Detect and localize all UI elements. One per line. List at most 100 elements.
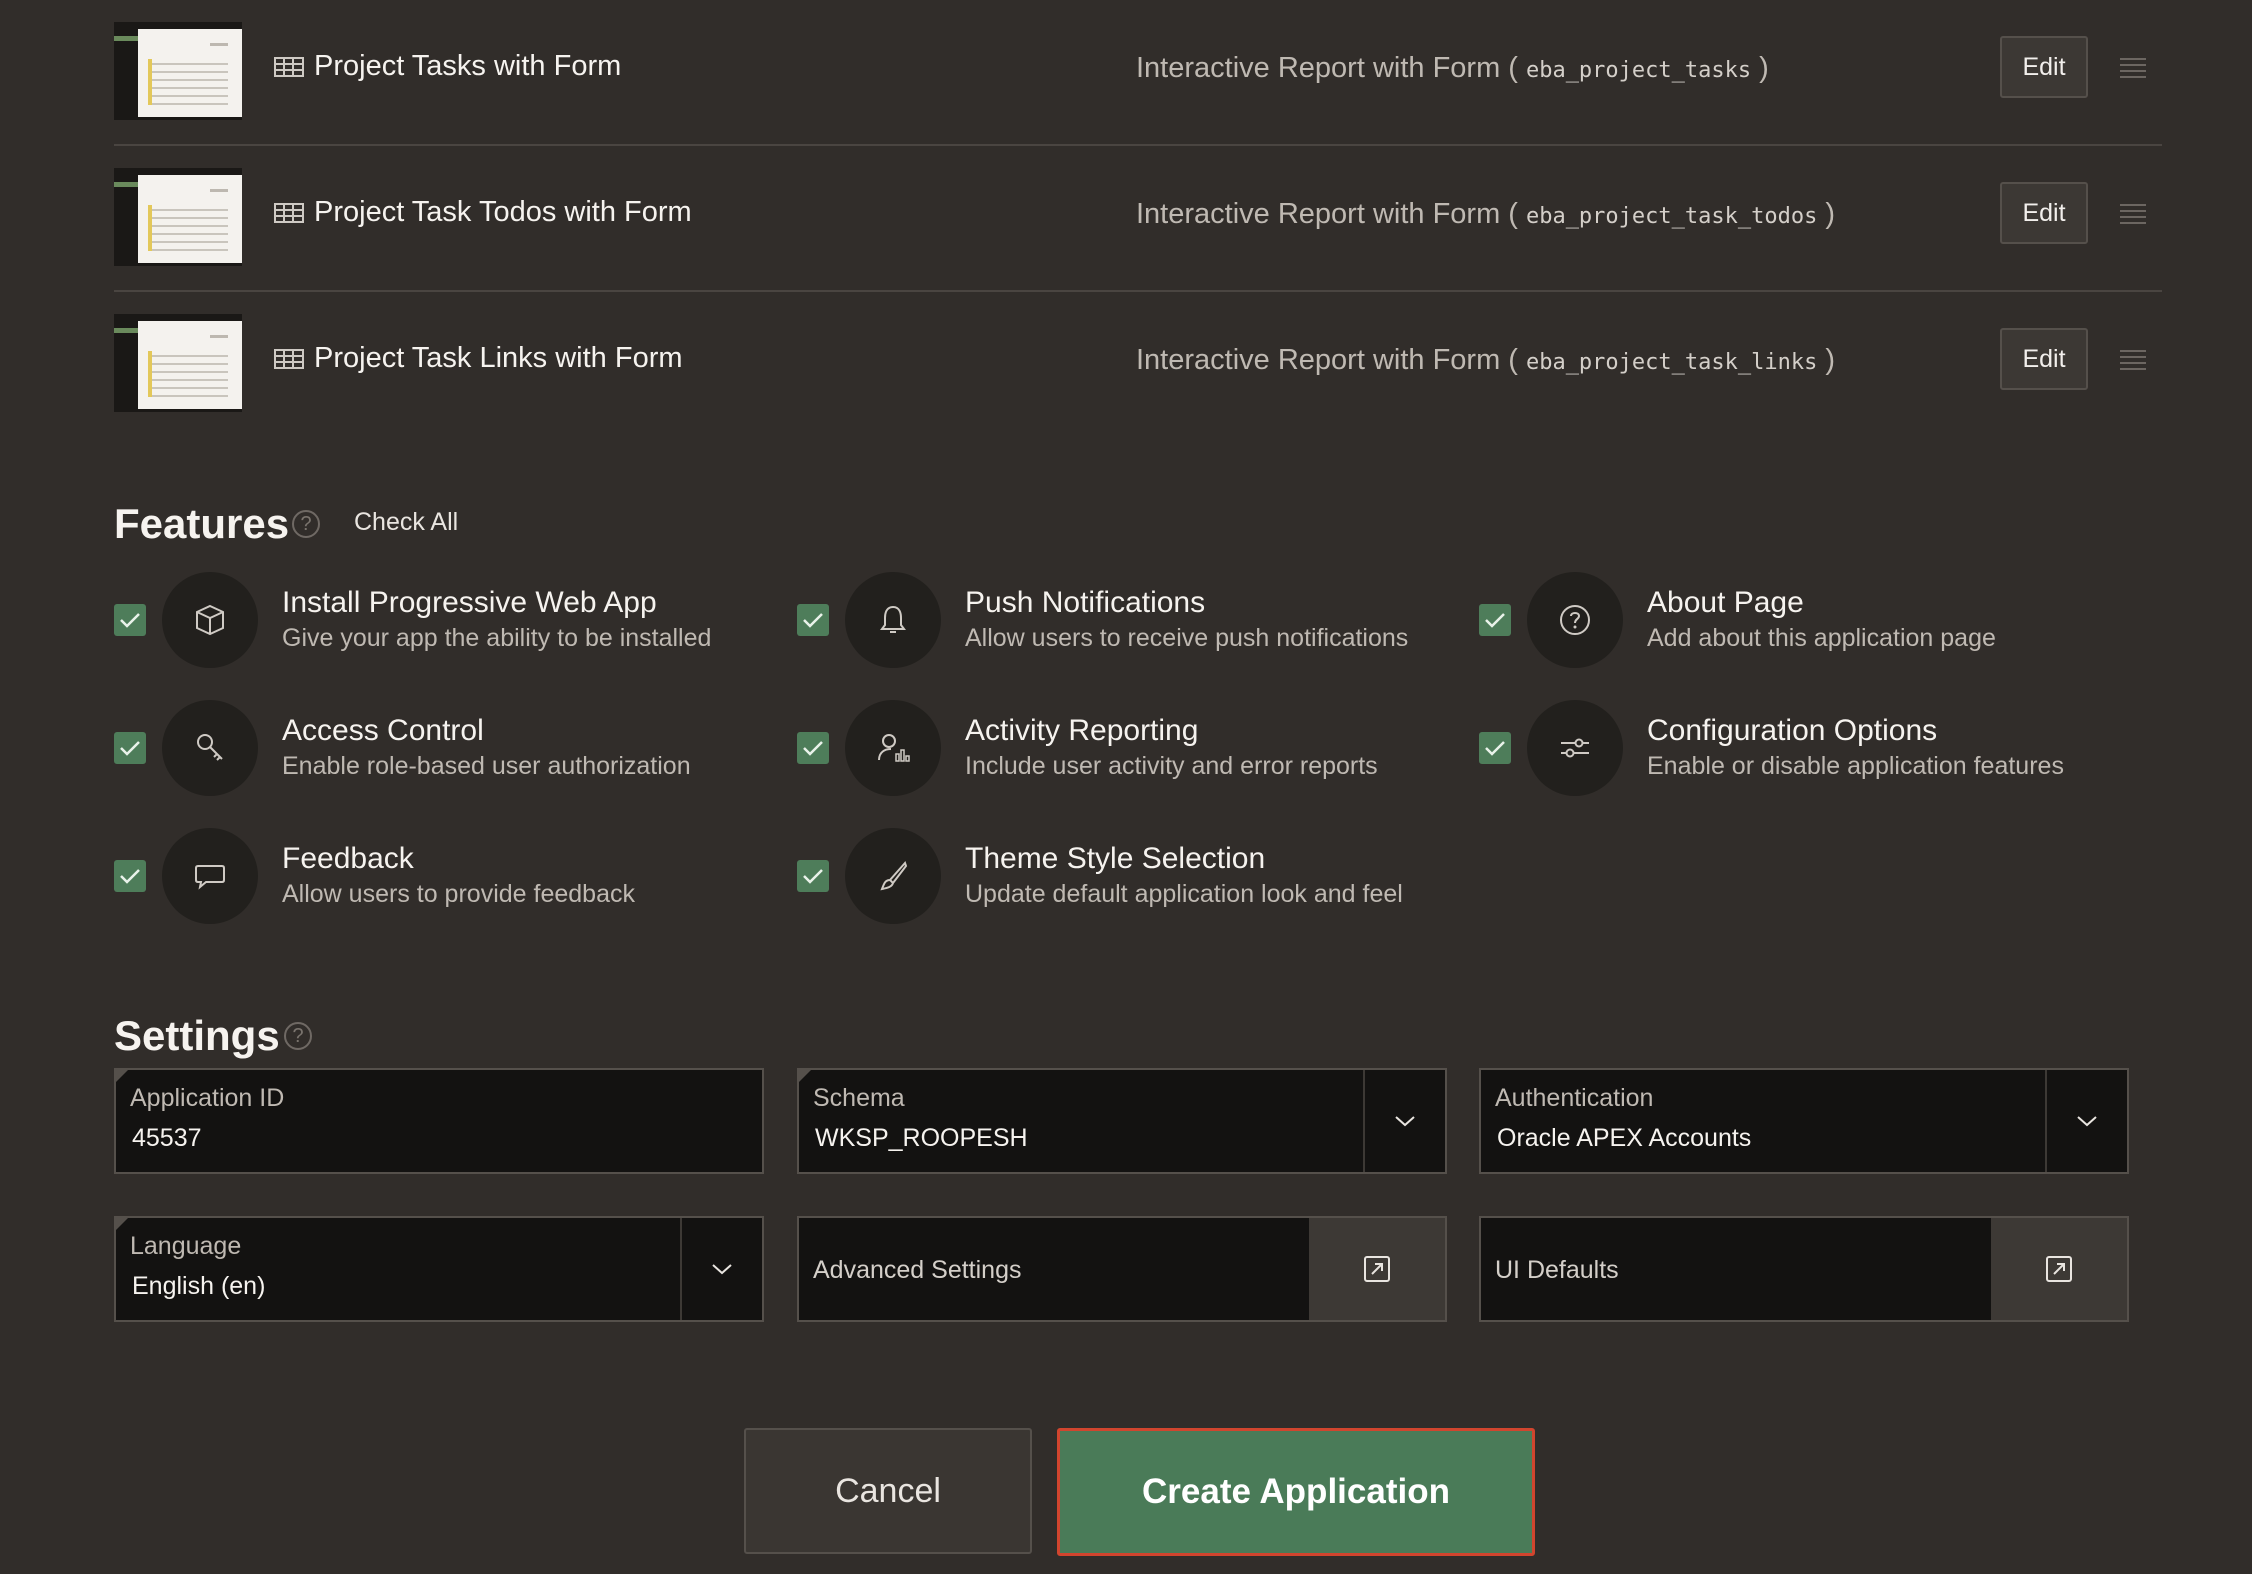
feature-title: Activity Reporting [965,714,1199,747]
application-id-field[interactable]: Application ID 45537 [114,1068,764,1174]
page-thumbnail [114,22,242,120]
page-type-close: ) [1825,198,1836,230]
schema-select[interactable]: Schema WKSP_ROOPESH [797,1068,1447,1174]
help-icon[interactable]: ? [284,1022,312,1050]
field-label: Advanced Settings [813,1256,1022,1284]
page-name-label: Project Task Todos with Form [314,196,692,228]
feature-title: About Page [1647,586,1804,619]
table-grid-icon [274,348,304,369]
page-thumbnail [114,168,242,266]
checkbox-checked-icon[interactable] [114,604,146,636]
authentication-value[interactable]: Oracle APEX Accounts [1497,1124,1751,1153]
chevron-down-icon[interactable] [1363,1070,1445,1172]
checkbox-checked-icon[interactable] [1479,604,1511,636]
page-type-label: Interactive Report with Form ( [1136,198,1518,230]
language-select[interactable]: Language English (en) [114,1216,764,1322]
drag-handle-icon[interactable] [2120,204,2146,224]
feature-description: Include user activity and error reports [965,752,1378,780]
open-dialog-icon[interactable] [1309,1218,1445,1320]
edit-page-button[interactable]: Edit [2000,182,2088,244]
checkbox-checked-icon[interactable] [114,860,146,892]
feature-description: Add about this application page [1647,624,1996,652]
create-application-button[interactable]: Create Application [1057,1428,1535,1556]
brush-icon [845,828,941,924]
settings-title: Settings [114,1012,280,1059]
page-thumbnail [114,314,242,412]
checkbox-checked-icon[interactable] [797,604,829,636]
page-name-label: Project Tasks with Form [314,50,622,82]
feature-access-control[interactable]: Access Control Enable role-based user au… [114,700,754,796]
feature-description: Enable or disable application features [1647,752,2064,780]
table-grid-icon [274,56,304,77]
bell-icon [845,572,941,668]
cancel-button[interactable]: Cancel [744,1428,1032,1554]
page-table-name: eba_project_tasks [1525,58,1752,83]
page-type: Interactive Report with Form ( eba_proje… [1136,198,1835,231]
ui-defaults-field[interactable]: UI Defaults [1479,1216,2129,1322]
help-icon[interactable]: ? [292,510,320,538]
page-type: Interactive Report with Form ( eba_proje… [1136,344,1835,377]
features-title: Features [114,500,290,547]
field-label: Language [130,1232,242,1260]
checkbox-checked-icon[interactable] [114,732,146,764]
feature-title: Configuration Options [1647,714,1938,747]
language-value[interactable]: English (en) [132,1272,265,1301]
application-id-value[interactable]: 45537 [132,1124,202,1153]
page-table-name: eba_project_task_links [1525,350,1818,375]
page-type-label: Interactive Report with Form ( [1136,344,1518,376]
feature-description: Allow users to provide feedback [282,880,635,908]
feature-theme-style-selection[interactable]: Theme Style Selection Update default app… [797,828,1437,924]
page-table-name: eba_project_task_todos [1525,204,1818,229]
feature-about-page[interactable]: About Page Add about this application pa… [1479,572,2119,668]
authentication-select[interactable]: Authentication Oracle APEX Accounts [1479,1068,2129,1174]
edit-page-button[interactable]: Edit [2000,36,2088,98]
feature-description: Allow users to receive push notification… [965,624,1409,652]
advanced-settings-field[interactable]: Advanced Settings [797,1216,1447,1322]
speech-bubble-icon [162,828,258,924]
feature-description: Update default application look and feel [965,880,1403,908]
feature-title: Theme Style Selection [965,842,1266,875]
field-label: Application ID [130,1084,285,1112]
page-type-close: ) [1825,344,1836,376]
checkbox-checked-icon[interactable] [1479,732,1511,764]
page-type-label: Interactive Report with Form ( [1136,52,1518,84]
check-all-link[interactable]: Check All [354,508,458,537]
feature-description: Enable role-based user authorization [282,752,691,780]
feature-title: Install Progressive Web App [282,586,657,619]
field-label: Schema [813,1084,905,1112]
drag-handle-icon[interactable] [2120,350,2146,370]
feature-activity-reporting[interactable]: Activity Reporting Include user activity… [797,700,1437,796]
page-name-label: Project Task Links with Form [314,342,683,374]
open-dialog-icon[interactable] [1991,1218,2127,1320]
feature-install-pwa[interactable]: Install Progressive Web App Give your ap… [114,572,754,668]
drag-handle-icon[interactable] [2120,58,2146,78]
field-label: UI Defaults [1495,1256,1619,1284]
feature-push-notifications[interactable]: Push Notifications Allow users to receiv… [797,572,1437,668]
question-circle-icon [1527,572,1623,668]
user-chart-icon [845,700,941,796]
checkbox-checked-icon[interactable] [797,860,829,892]
feature-title: Push Notifications [965,586,1206,619]
field-label: Authentication [1495,1084,1654,1112]
feature-feedback[interactable]: Feedback Allow users to provide feedback [114,828,754,924]
chevron-down-icon[interactable] [680,1218,762,1320]
checkbox-checked-icon[interactable] [797,732,829,764]
page-name: Project Task Todos with Form [274,196,692,229]
edit-page-button[interactable]: Edit [2000,328,2088,390]
table-grid-icon [274,202,304,223]
page-type: Interactive Report with Form ( eba_proje… [1136,52,1769,85]
feature-title: Feedback [282,842,414,875]
cube-icon [162,572,258,668]
page-name: Project Task Links with Form [274,342,683,375]
page-type-close: ) [1759,52,1769,84]
feature-description: Give your app the ability to be installe… [282,624,712,652]
page-row: Project Task Links with Form Interactive… [114,292,2162,436]
pages-list: Project Tasks with Form Interactive Repo… [114,0,2162,436]
page-row: Project Tasks with Form Interactive Repo… [114,0,2162,146]
chevron-down-icon[interactable] [2045,1070,2127,1172]
schema-value[interactable]: WKSP_ROOPESH [815,1124,1028,1153]
feature-title: Access Control [282,714,484,747]
page-name: Project Tasks with Form [274,50,621,83]
page-row: Project Task Todos with Form Interactive… [114,146,2162,292]
feature-configuration-options[interactable]: Configuration Options Enable or disable … [1479,700,2119,796]
